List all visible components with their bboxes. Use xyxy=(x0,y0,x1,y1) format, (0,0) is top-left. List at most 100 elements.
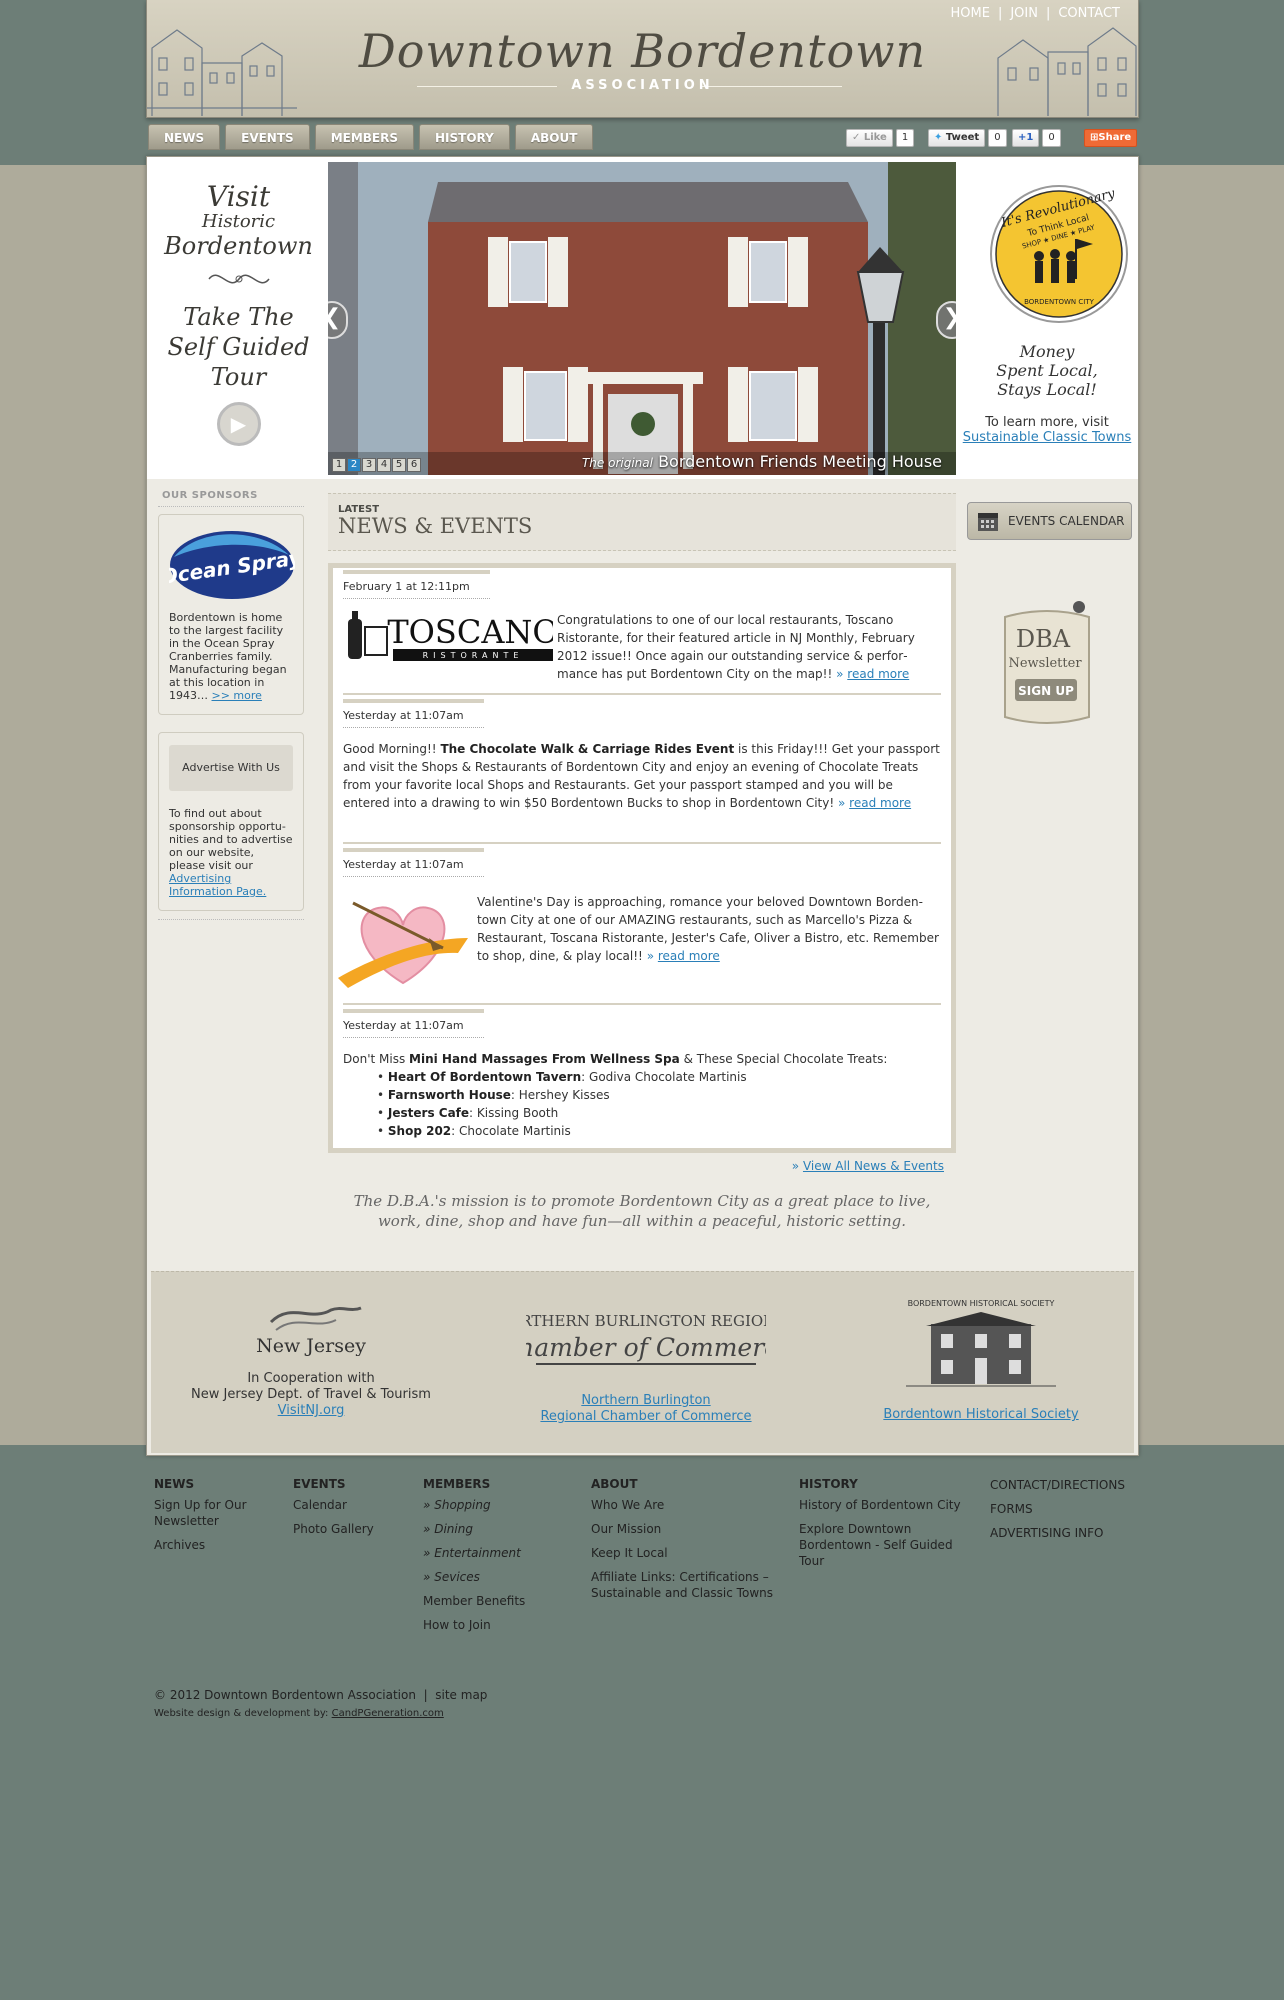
read-more-link[interactable]: read more xyxy=(658,949,720,963)
footer-heading-news[interactable]: NEWS xyxy=(154,1477,264,1491)
treat-venue: Jesters Cafe xyxy=(387,1106,470,1120)
read-more-link[interactable]: read more xyxy=(847,667,909,681)
read-more-arrow: » xyxy=(646,949,655,963)
footer-link-services[interactable]: » Sevices xyxy=(423,1569,573,1585)
plus-one-count: 0 xyxy=(1042,129,1061,147)
separator: | xyxy=(997,6,1003,21)
footer-link-how-to-join[interactable]: How to Join xyxy=(423,1617,573,1633)
treat-item: Shop 202: Chocolate Martinis xyxy=(377,1122,941,1140)
visit-bordentown: Bordentown xyxy=(164,232,313,260)
advertise-box: Advertise With Us To find out about spon… xyxy=(158,732,304,911)
nav-tab-news[interactable]: NEWS xyxy=(148,124,221,150)
footer-heading-history[interactable]: HISTORY xyxy=(799,1477,969,1491)
like-button[interactable]: ✓ Like xyxy=(846,129,893,147)
site-header: Downtown Bordentown ASSOCIATION HOME | JOI… xyxy=(146,0,1139,118)
nav-tab-events[interactable]: EVENTS xyxy=(225,124,310,150)
footer-link-advertising-info[interactable]: ADVERTISING INFO xyxy=(990,1525,1140,1541)
visitnj-link[interactable]: VisitNJ.org xyxy=(278,1403,345,1418)
chamber-links: Northern Burlington Regional Chamber of C… xyxy=(511,1393,781,1425)
visit-heading: Visit xyxy=(206,180,271,213)
footer-link-photo-gallery[interactable]: Photo Gallery xyxy=(293,1521,413,1537)
ocean-spray-more-link[interactable]: >> more xyxy=(212,689,262,702)
footer-heading-about[interactable]: ABOUT xyxy=(591,1477,781,1491)
chamber-link-1[interactable]: Northern Burlington xyxy=(581,1393,710,1408)
footer-heading-events[interactable]: EVENTS xyxy=(293,1477,413,1491)
footer-link-who-we-are[interactable]: Who We Are xyxy=(591,1497,781,1513)
site-logo-subtitle: ASSOCIATION xyxy=(571,78,714,93)
share-widget: ⊞Share xyxy=(1084,129,1138,147)
footer-heading-members[interactable]: MEMBERS xyxy=(423,1477,573,1491)
site-logo-title[interactable]: Downtown Bordentown xyxy=(147,24,1138,78)
footer-col-contact: CONTACT/DIRECTIONS FORMS ADVERTISING INF… xyxy=(990,1477,1140,1549)
like-count: 1 xyxy=(895,129,915,147)
contact-link[interactable]: CONTACT xyxy=(1058,6,1120,21)
nav-tab-about[interactable]: ABOUT xyxy=(514,124,594,150)
calendar-icon xyxy=(978,513,998,531)
footer-link-newsletter[interactable]: Sign Up for Our Newsletter xyxy=(154,1497,264,1529)
slide-dot[interactable]: 3 xyxy=(362,458,376,472)
read-more-arrow: » xyxy=(836,667,844,681)
revolutionary-badge[interactable]: It's Revolutionary To Think Local SHOP ★… xyxy=(989,184,1129,324)
footer-link-member-benefits[interactable]: Member Benefits xyxy=(423,1593,573,1609)
dba-newsletter-signup[interactable]: DBA Newsletter SIGN UP xyxy=(997,597,1097,737)
copyright-text: © 2012 Downtown Bordentown Association |… xyxy=(154,1688,488,1702)
news-entry: Yesterday at 11:07am Good Morning!! The … xyxy=(343,699,941,844)
footer-link-entertainment[interactable]: » Entertainment xyxy=(423,1545,573,1561)
entry-text-part: Valentine's Day is approaching, romance … xyxy=(473,893,941,993)
slide-dot-active[interactable]: 2 xyxy=(347,458,361,472)
slide-dot[interactable]: 6 xyxy=(407,458,421,472)
nav-tab-history[interactable]: HISTORY xyxy=(419,124,510,150)
developer-link[interactable]: CandPGeneration.com xyxy=(332,1708,444,1719)
slide-dot[interactable]: 4 xyxy=(377,458,391,472)
share-button[interactable]: ⊞Share xyxy=(1084,129,1138,147)
read-more-arrow: » xyxy=(838,796,846,810)
newsletter-label: Newsletter xyxy=(1008,656,1082,671)
tagline-1: Money xyxy=(1019,342,1075,361)
nav-tab-members[interactable]: MEMBERS xyxy=(314,124,414,150)
ocean-spray-sponsor: Ocean Spray Bordentown is home to the la… xyxy=(158,514,304,715)
treat-item: Farnsworth House: Hershey Kisses xyxy=(377,1086,941,1104)
slide-next-button[interactable]: ❯ xyxy=(936,301,956,339)
slide-dot[interactable]: 5 xyxy=(392,458,406,472)
chamber-link-2[interactable]: Regional Chamber of Commerce xyxy=(540,1409,751,1424)
events-calendar-button[interactable]: EVENTS CALENDAR xyxy=(967,502,1132,540)
footer-link-affiliate-links[interactable]: Affiliate Links: Certifications – Sustai… xyxy=(591,1569,781,1601)
footer-link-contact[interactable]: CONTACT/DIRECTIONS xyxy=(990,1477,1140,1493)
footer-link-keep-it-local[interactable]: Keep It Local xyxy=(591,1545,781,1561)
read-more-link[interactable]: read more xyxy=(849,796,911,810)
slide-dot[interactable]: 1 xyxy=(332,458,346,472)
footer-link-forms[interactable]: FORMS xyxy=(990,1501,1140,1517)
footer-link-self-guided-tour[interactable]: Explore Downtown Bordentown - Self Guide… xyxy=(799,1521,969,1569)
treat-item: Jesters Cafe: Kissing Booth xyxy=(377,1104,941,1122)
footer-link-archives[interactable]: Archives xyxy=(154,1537,264,1553)
historical-society-link[interactable]: Bordentown Historical Society xyxy=(883,1407,1078,1422)
self-guided-tour-promo[interactable]: Visit Historic Bordentown Take The Self … xyxy=(147,182,330,456)
news-entry: Yesterday at 11:07am Don't Miss Mini Han… xyxy=(343,1009,941,1140)
home-link[interactable]: HOME xyxy=(950,6,989,21)
entry-body: TOSCANO RISTORANTE Congratulations to on… xyxy=(343,611,941,683)
join-link[interactable]: JOIN xyxy=(1010,6,1038,21)
footer-link-calendar[interactable]: Calendar xyxy=(293,1497,413,1513)
footer-link-dining[interactable]: » Dining xyxy=(423,1521,573,1537)
footer-link-our-mission[interactable]: Our Mission xyxy=(591,1521,781,1537)
advertising-info-link[interactable]: Advertising Information Page. xyxy=(169,872,266,898)
view-all-news-link[interactable]: View All News & Events xyxy=(803,1159,944,1173)
treat-desc: : Kissing Booth xyxy=(469,1106,559,1120)
plus-one-button[interactable]: +1 xyxy=(1012,129,1040,147)
play-icon[interactable]: ▶ xyxy=(216,402,261,446)
ocean-spray-logo[interactable]: Ocean Spray xyxy=(159,527,304,601)
house-photo xyxy=(328,162,956,475)
historical-society-logo: BORDENTOWN HISTORICAL SOCIETY xyxy=(906,1299,1056,1387)
tweet-widget: ✦ Tweet 0 xyxy=(928,129,1007,147)
advertise-text: To find out about sponsorship opportu­ni… xyxy=(169,807,293,898)
tour-line-2: Self Guided xyxy=(167,333,310,361)
google-plus-widget: +1 0 xyxy=(1012,129,1061,147)
footer-link-history[interactable]: History of Bordentown City xyxy=(799,1497,969,1513)
sustainable-towns-link[interactable]: Sustainable Classic Towns xyxy=(963,430,1132,445)
footer-link-shopping[interactable]: » Shopping xyxy=(423,1497,573,1513)
mission-line-2: work, dine, shop and have fun—all within… xyxy=(377,1212,907,1230)
money-tagline: Money Spent Local, Stays Local! xyxy=(956,342,1138,399)
tweet-button[interactable]: ✦ Tweet xyxy=(928,129,986,147)
advertise-with-us-button[interactable]: Advertise With Us xyxy=(169,745,293,791)
learn-more-text: To learn more, visit Sustainable Classic … xyxy=(956,415,1138,445)
